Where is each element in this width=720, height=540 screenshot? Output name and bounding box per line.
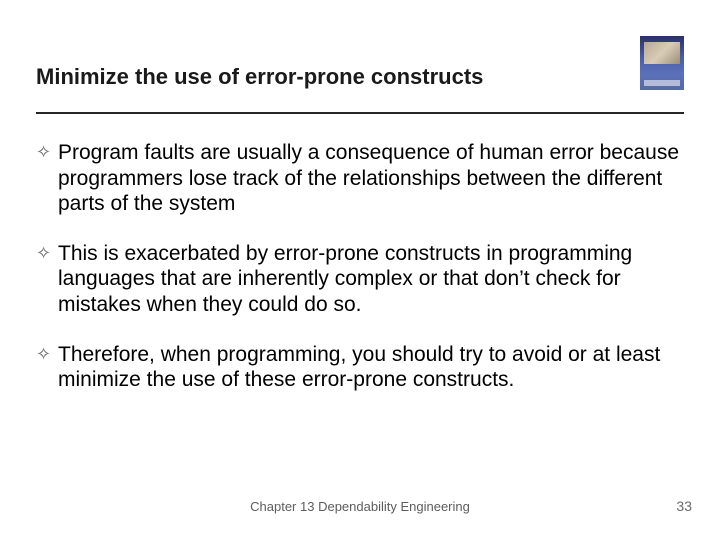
- slide-title: Minimize the use of error-prone construc…: [36, 64, 483, 90]
- bullet-item: ✧ Therefore, when programming, you shoul…: [36, 342, 690, 393]
- bullet-glyph-icon: ✧: [36, 140, 58, 164]
- bullet-text: Program faults are usually a consequence…: [58, 140, 690, 217]
- body-region: ✧ Program faults are usually a consequen…: [36, 140, 690, 417]
- footer-page-number: 33: [676, 498, 692, 514]
- bullet-glyph-icon: ✧: [36, 241, 58, 265]
- bullet-glyph-icon: ✧: [36, 342, 58, 366]
- book-cover-photo: [644, 42, 680, 64]
- bullet-text: Therefore, when programming, you should …: [58, 342, 690, 393]
- footer-chapter-label: Chapter 13 Dependability Engineering: [0, 499, 720, 514]
- title-row: Minimize the use of error-prone construc…: [36, 54, 684, 90]
- title-underline: [36, 112, 684, 114]
- bullet-item: ✧ Program faults are usually a consequen…: [36, 140, 690, 217]
- book-cover-caption: [644, 80, 680, 86]
- slide: Minimize the use of error-prone construc…: [0, 0, 720, 540]
- bullet-text: This is exacerbated by error-prone const…: [58, 241, 690, 318]
- bullet-item: ✧ This is exacerbated by error-prone con…: [36, 241, 690, 318]
- book-cover-icon: [640, 36, 684, 90]
